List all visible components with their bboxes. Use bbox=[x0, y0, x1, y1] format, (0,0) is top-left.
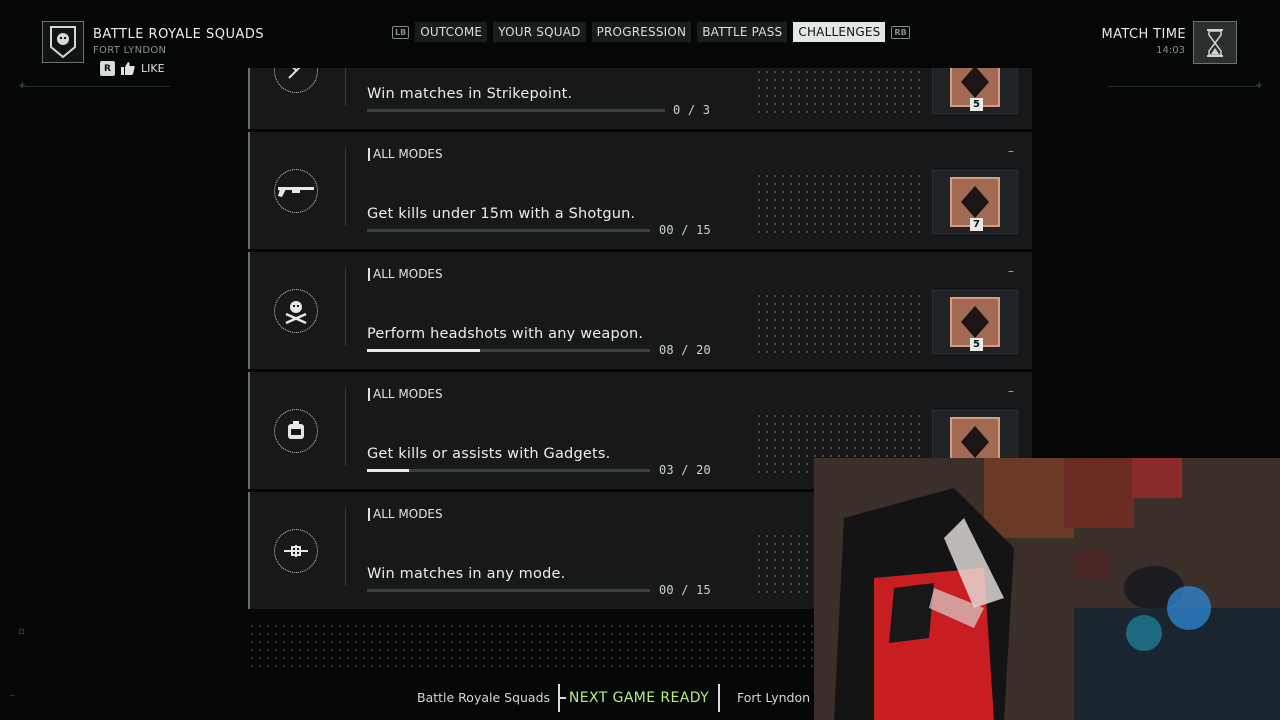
dot-pattern bbox=[755, 172, 925, 236]
challenge-reward: 5 bbox=[932, 290, 1018, 354]
challenge-status-dash: – bbox=[1008, 264, 1014, 278]
bottom-dot-pattern bbox=[248, 622, 818, 670]
challenge-icon-badge bbox=[274, 529, 318, 573]
like-label: LIKE bbox=[141, 62, 165, 75]
footer-map: Fort Lyndon bbox=[737, 690, 811, 705]
corner-plus-left: + bbox=[18, 80, 27, 91]
challenge-progress-fill bbox=[367, 469, 410, 472]
match-time-value: 14:03 bbox=[1156, 45, 1185, 56]
challenge-description: Get kills under 15m with a Shotgun. bbox=[367, 206, 636, 222]
reward-level: 5 bbox=[970, 98, 983, 111]
side-marker: ▫ bbox=[18, 626, 25, 637]
challenge-reward: 5 bbox=[932, 68, 1018, 114]
thumbs-up-icon bbox=[121, 62, 135, 75]
tab-bar: LB OUTCOME YOUR SQUAD PROGRESSION BATTLE… bbox=[392, 22, 910, 42]
challenge-description: Perform headshots with any weapon. bbox=[367, 326, 644, 342]
match-mode-title: BATTLE ROYALE SQUADS bbox=[93, 27, 265, 42]
reward-level: 5 bbox=[970, 338, 983, 351]
card-divider bbox=[345, 388, 346, 466]
r-key-prompt: R bbox=[100, 61, 115, 76]
challenge-progress-count: 08 / 20 bbox=[659, 343, 711, 357]
reward-level: 7 bbox=[970, 218, 983, 231]
challenge-icon-badge bbox=[274, 169, 318, 213]
webcam-overlay bbox=[814, 458, 1280, 720]
squad-emblem-icon bbox=[50, 26, 76, 59]
next-game-ready-button[interactable]: NEXT GAME READY bbox=[558, 684, 720, 712]
challenge-progress-track bbox=[367, 469, 650, 472]
map-name: FORT LYNDON bbox=[93, 45, 167, 56]
card-divider bbox=[345, 268, 346, 346]
target-icon bbox=[288, 68, 301, 79]
challenge-progress-track bbox=[367, 589, 650, 592]
header-divider-right bbox=[1108, 86, 1260, 87]
card-divider bbox=[345, 508, 346, 586]
like-button[interactable]: R LIKE bbox=[100, 61, 165, 76]
tab-challenges[interactable]: CHALLENGES bbox=[793, 22, 886, 42]
rb-bumper-prompt[interactable]: RB bbox=[891, 25, 910, 39]
lb-bumper-prompt[interactable]: LB bbox=[392, 25, 410, 39]
challenge-status-dash: – bbox=[1008, 384, 1014, 398]
tab-progression[interactable]: PROGRESSION bbox=[591, 22, 692, 42]
challenge-icon-badge bbox=[274, 289, 318, 333]
challenge-card[interactable]: ALL MODES – Perform headshots with any w… bbox=[248, 252, 1032, 369]
hourglass-icon bbox=[1207, 28, 1223, 57]
tab-outcome[interactable]: OUTCOME bbox=[415, 22, 488, 42]
challenge-progress-count: 00 / 15 bbox=[659, 583, 711, 597]
challenge-icon-badge bbox=[274, 68, 318, 93]
challenge-reward: 7 bbox=[932, 170, 1018, 234]
side-dash: – bbox=[10, 690, 15, 701]
squad-emblem-badge bbox=[42, 21, 84, 63]
challenge-mode-tag: ALL MODES bbox=[368, 388, 443, 401]
challenge-progress-track bbox=[367, 229, 650, 232]
tab-your-squad[interactable]: YOUR SQUAD bbox=[493, 22, 586, 42]
gadget-icon bbox=[288, 421, 304, 439]
card-divider bbox=[345, 148, 346, 226]
challenge-card[interactable]: ALL MODES – Get kills under 15m with a S… bbox=[248, 132, 1032, 249]
challenge-mode-tag: ALL MODES bbox=[368, 268, 443, 281]
challenge-progress-track bbox=[367, 349, 650, 352]
challenge-icon-badge bbox=[274, 409, 318, 453]
challenge-card[interactable]: Win matches in Strikepoint. 0 / 3 5 bbox=[248, 68, 1032, 129]
challenge-progress-fill bbox=[367, 349, 481, 352]
skull-crossbones-icon bbox=[285, 301, 307, 324]
challenge-description: Get kills or assists with Gadgets. bbox=[367, 446, 611, 462]
tab-battle-pass[interactable]: BATTLE PASS bbox=[697, 22, 788, 42]
challenge-progress-count: 03 / 20 bbox=[659, 463, 711, 477]
dot-pattern bbox=[755, 292, 925, 356]
match-time-label: MATCH TIME bbox=[1101, 27, 1186, 42]
challenge-progress-count: 0 / 3 bbox=[673, 103, 711, 117]
crosshair-icon bbox=[284, 545, 308, 557]
webcam-scene bbox=[814, 458, 1280, 720]
card-divider bbox=[345, 68, 346, 106]
challenge-description: Win matches in any mode. bbox=[367, 566, 566, 582]
dot-pattern bbox=[755, 68, 925, 116]
challenge-mode-tag: ALL MODES bbox=[368, 508, 443, 521]
challenge-progress-track bbox=[367, 109, 665, 112]
challenge-status-dash: – bbox=[1008, 144, 1014, 158]
challenge-description: Win matches in Strikepoint. bbox=[367, 86, 573, 102]
shotgun-icon bbox=[278, 187, 314, 197]
match-time-badge bbox=[1193, 21, 1237, 64]
challenge-mode-tag: ALL MODES bbox=[368, 148, 443, 161]
challenge-progress-count: 00 / 15 bbox=[659, 223, 711, 237]
header-divider-left bbox=[20, 86, 170, 87]
corner-plus-right: + bbox=[1255, 80, 1264, 91]
footer-mode: Battle Royale Squads bbox=[417, 690, 551, 705]
